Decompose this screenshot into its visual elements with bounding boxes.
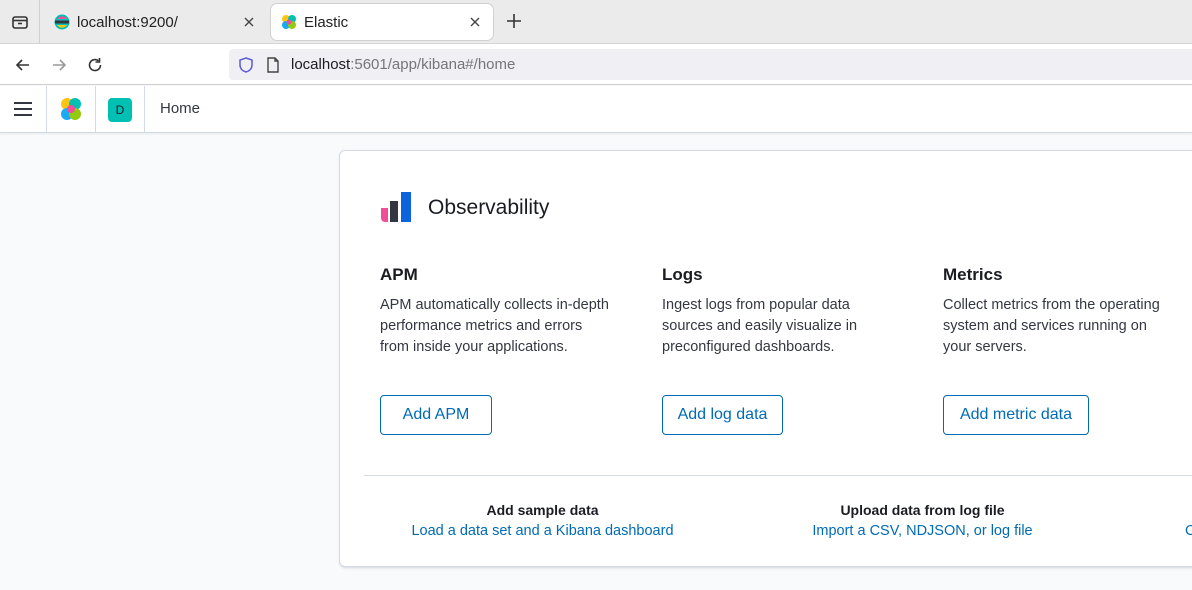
elastic-logo-icon[interactable] [58, 96, 84, 122]
close-tab-icon[interactable] [467, 14, 483, 30]
load-sample-data-link[interactable]: Load a data set and a Kibana dashboard [410, 523, 675, 539]
elastic-favicon-icon [282, 15, 296, 29]
tab-title: localhost:9200/ [77, 13, 178, 31]
footer-sample-data: Add sample data Load a data set and a Ki… [410, 502, 675, 539]
browser-nav-bar: localhost:5601/app/kibana#/home [0, 44, 1192, 85]
browser-tab-strip: localhost:9200/ Elastic [0, 0, 1192, 44]
close-tab-icon[interactable] [241, 14, 257, 30]
tab-list-button[interactable] [0, 0, 40, 44]
forward-arrow-icon [53, 59, 67, 71]
reload-button[interactable] [82, 52, 108, 78]
tab-title: Elastic [304, 13, 349, 31]
back-arrow-icon [15, 59, 29, 71]
panel-title: Observability [428, 196, 550, 219]
footer-title: Add sample data [486, 502, 599, 518]
header-separator [46, 86, 47, 133]
feature-title: APM [380, 265, 418, 284]
address-bar[interactable]: localhost:5601/app/kibana#/home [229, 49, 1192, 80]
feature-apm: APM APM automatically collects in-depth … [380, 265, 610, 358]
menu-icon[interactable] [12, 99, 34, 119]
kibana-header: D Home [0, 86, 1192, 133]
footer-clipped-link[interactable]: C [1185, 523, 1192, 539]
url-path: :5601/app/kibana#/home [350, 56, 516, 73]
page-icon[interactable] [265, 56, 281, 74]
reload-icon [88, 58, 102, 72]
elasticsearch-favicon-icon [54, 14, 70, 30]
browser-tab-elastic[interactable]: Elastic [271, 4, 493, 40]
footer-upload-file: Upload data from log file Import a CSV, … [810, 502, 1035, 539]
feature-description: Collect metrics from the operating syste… [943, 297, 1160, 355]
feature-metrics: Metrics Collect metrics from the operati… [943, 265, 1173, 358]
feature-title: Metrics [943, 265, 1003, 284]
upload-file-link[interactable]: Import a CSV, NDJSON, or log file [810, 523, 1035, 539]
header-separator [95, 86, 96, 133]
shield-icon[interactable] [237, 56, 255, 74]
footer-title: Upload data from log file [840, 502, 1005, 518]
observability-logo-icon [381, 192, 411, 222]
space-avatar[interactable]: D [108, 98, 132, 122]
forward-button[interactable] [46, 52, 72, 78]
feature-title: Logs [662, 265, 703, 284]
observability-panel: Observability APM APM automatically coll… [339, 150, 1192, 567]
back-button[interactable] [10, 52, 36, 78]
add-metric-data-button[interactable]: Add metric data [943, 395, 1089, 435]
add-apm-button[interactable]: Add APM [380, 395, 492, 435]
feature-logs: Logs Ingest logs from popular data sourc… [662, 265, 892, 358]
header-separator [144, 86, 145, 133]
feature-description: APM automatically collects in-depth perf… [380, 297, 609, 355]
new-tab-icon[interactable] [503, 10, 525, 32]
browser-tab-elasticsearch[interactable]: localhost:9200/ [42, 4, 267, 40]
panel-divider [364, 475, 1192, 476]
tab-list-icon [11, 16, 28, 29]
panel-header: Observability [380, 191, 549, 225]
breadcrumb-home: Home [160, 100, 201, 117]
feature-description: Ingest logs from popular data sources an… [662, 297, 858, 355]
url-text: localhost:5601/app/kibana#/home [291, 56, 515, 73]
add-log-data-button[interactable]: Add log data [662, 395, 783, 435]
url-host: localhost [291, 56, 351, 73]
